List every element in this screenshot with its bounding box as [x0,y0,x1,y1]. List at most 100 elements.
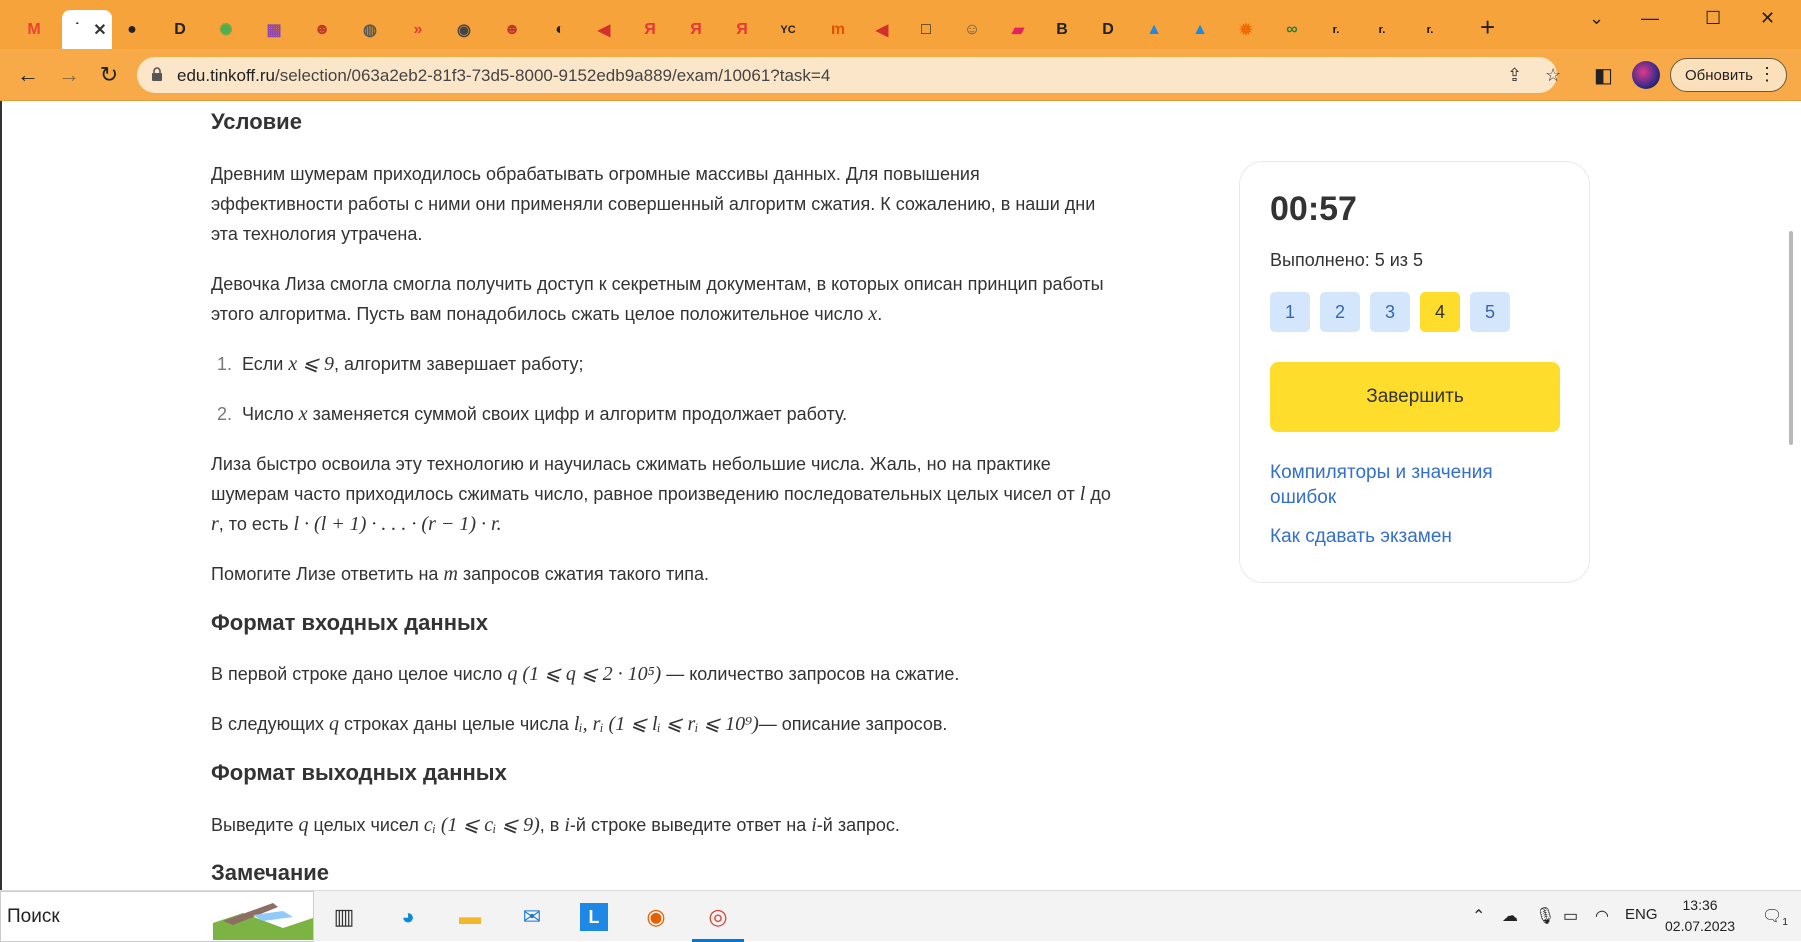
tab-14[interactable]: Я [630,10,670,49]
onedrive-icon[interactable]: ☁ [1502,906,1518,926]
window-edge [0,101,2,890]
input-line-1: В первой строке дано целое число q (1 ⩽ … [211,663,960,685]
how-to-pass-link[interactable]: Как сдавать экзамен [1270,524,1530,549]
progress-text: Выполнено: 5 из 5 [1270,250,1424,270]
notification-icon[interactable]: 🗨1 [1762,906,1788,928]
question-button-3[interactable]: 3 [1370,292,1410,332]
tab-30[interactable]: r. [1362,10,1402,49]
firefox-icon[interactable]: ◉ [638,899,674,935]
tab-22[interactable]: ▰ [998,10,1038,49]
question-button-2[interactable]: 2 [1320,292,1360,332]
tab-28[interactable]: ∞ [1272,10,1312,49]
input-format-heading: Формат входных данных [211,610,489,635]
battery-icon[interactable]: ▭ [1563,906,1578,926]
menu-icon[interactable]: ⋮ [1758,64,1776,85]
tab-25[interactable]: ▲ [1134,10,1174,49]
tab-4[interactable]: D [160,10,200,49]
tab-15[interactable]: Я [676,10,716,49]
back-button[interactable]: ← [12,59,44,91]
question-button-5[interactable]: 5 [1470,292,1510,332]
exam-status-card: 00:57 Выполнено: 5 из 5 1 2 3 4 5 Заверш… [1239,161,1590,583]
tray-overflow-icon[interactable]: ⌃ [1472,906,1485,926]
active-tab[interactable]: ˙ ✕ [62,10,112,49]
file-explorer-icon[interactable]: ▬ [452,899,488,935]
language-indicator[interactable]: ENG [1625,906,1658,923]
tab-favicon-icon: M [27,20,41,38]
tab-13[interactable]: ◀ [584,10,624,49]
address-bar[interactable]: edu.tinkoff.ru/selection/063a2eb2-81f3-7… [137,57,1561,93]
side-panel-icon[interactable]: ◧ [1594,63,1613,88]
lock-icon [152,67,162,81]
tab-26[interactable]: ▲ [1180,10,1220,49]
wifi-icon[interactable]: ◠ [1595,906,1609,926]
tab-6[interactable]: ▦ [254,10,294,49]
tab-23[interactable]: B [1042,10,1082,49]
timer: 00:57 [1270,190,1357,228]
tab-9[interactable]: » [398,10,438,49]
tab-favicon-icon: ◀ [875,21,889,39]
tab-12[interactable]: ◐ [540,10,580,49]
tab-18[interactable]: m [818,10,858,49]
minimize-button[interactable]: — [1641,8,1659,29]
tab-31[interactable]: r. [1410,10,1450,49]
tab-favicon-icon: r. [1378,23,1386,36]
update-button[interactable]: Обновить ⋮ [1670,58,1787,92]
compilers-link[interactable]: Компиляторы и значения ошибок [1270,460,1530,510]
tab-favicon-icon: ◍ [363,21,377,39]
tab-strip: M ˙ ✕ ● D ✺ ▦ ☻ ◍» ◉ ☻ ◐ ◀ Я Я Я YC m ◀ □ ☺ ▰ B D ▲ ▲ ✹ ∞ r. r. r. [0,0,1801,49]
output-line: Выведите q целых чисел cᵢ (1 ⩽ cᵢ ⩽ 9), … [211,814,900,836]
profile-avatar[interactable] [1632,61,1660,89]
maximize-button[interactable]: ☐ [1705,8,1721,29]
tab-21[interactable]: ☺ [952,10,992,49]
close-tab-icon[interactable]: ✕ [93,20,106,40]
tab-27[interactable]: ✹ [1226,10,1266,49]
tab-favicon-icon: m [830,20,846,38]
tab-5[interactable]: ✺ [206,10,246,49]
reload-button[interactable]: ↻ [93,59,125,91]
url-text[interactable]: edu.tinkoff.ru/selection/063a2eb2-81f3-7… [177,66,830,86]
new-tab-button[interactable]: + [1480,14,1495,40]
question-button-4[interactable]: 4 [1420,292,1460,332]
tab-20[interactable]: □ [906,10,946,49]
tab-favicon-icon: ◐ [555,20,565,38]
tab-favicon-icon: B [1056,20,1068,38]
tab-8[interactable]: ◍ [350,10,390,49]
bookmark-star-icon[interactable]: ☆ [1545,65,1561,86]
tab-favicon-icon: ▲ [1192,20,1208,38]
tab-favicon-icon: ● [127,20,137,38]
share-icon[interactable]: ⇪ [1507,65,1522,86]
chrome-icon[interactable]: ◎ [692,899,744,942]
tab-favicon-icon: r. [1332,23,1340,36]
tab-24[interactable]: D [1088,10,1128,49]
gmail-tab[interactable]: M [14,10,54,49]
tab-29[interactable]: r. [1316,10,1356,49]
tab-10[interactable]: ◉ [444,10,484,49]
microphone-icon[interactable]: 🎙 [1535,906,1555,926]
tab-favicon-icon: ▰ [1011,21,1025,39]
tab-19[interactable]: ◀ [862,10,902,49]
tab-favicon-icon: ✺ [219,21,233,39]
mail-icon[interactable]: ✉ [514,899,550,935]
page-scrollbar[interactable] [1789,231,1793,445]
close-window-button[interactable]: ✕ [1760,8,1775,29]
tab-7[interactable]: ☻ [302,10,342,49]
tab-17[interactable]: YC [768,10,808,49]
minimize-icon[interactable]: ⌄ [1589,8,1604,29]
edge-icon[interactable]: ◕ [390,899,426,935]
task-view-icon[interactable]: ▥ [326,899,362,935]
question-button-1[interactable]: 1 [1270,292,1310,332]
finish-button[interactable]: Завершить [1270,362,1560,432]
statement-p3: Лиза быстро освоила эту технологию и нау… [211,454,1111,535]
forward-button[interactable]: → [53,59,85,91]
search-highlight-image [213,903,313,940]
statement-p4: Помогите Лизе ответить на m запросов сжа… [211,563,710,585]
tab-favicon-icon: YC [780,23,796,36]
l-app-icon[interactable]: L [576,899,612,935]
clock[interactable]: 13:36 02.07.2023 [1665,895,1735,937]
statement-p2: Девочка Лиза смогла смогла получить дост… [211,274,1104,325]
tab-11[interactable]: ☻ [492,10,532,49]
tab-16[interactable]: Я [722,10,762,49]
tab-favicon-icon: ☺ [963,20,981,38]
output-format-heading: Формат выходных данных [211,760,507,785]
tab-3[interactable]: ● [112,10,152,49]
